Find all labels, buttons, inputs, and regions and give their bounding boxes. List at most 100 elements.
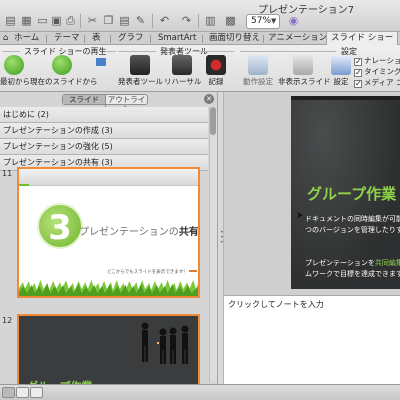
slide-show-button[interactable] (30, 387, 43, 398)
sidebar-toggle-icon[interactable]: ▤ (4, 15, 17, 27)
slide-top-strip (291, 96, 400, 100)
mouse-cursor-icon: ➤ (296, 211, 304, 221)
from-current-label: 現在のスライドから (30, 77, 98, 86)
rehearse-button[interactable]: リハーサル (164, 55, 201, 86)
slide-thumbnail-11[interactable]: 3 プレゼンテーションの共有 どこからでもスライドを表示できます! (17, 167, 200, 298)
status-bar (0, 384, 400, 400)
help-icon[interactable]: ◉ (287, 15, 300, 27)
title-bar: プレゼンテーション7 ▤ ▦ ▭ ▣ ⎙ ✂ ❐ ▤ ✎ ↶ ↷ ▥ ▩ 57%… (0, 0, 400, 32)
group-rule (106, 51, 116, 52)
ribbon-tab-bar: ⌂ ホーム テーマ 表 グラフ SmartArt 画面切り替え アニメーション … (0, 32, 400, 45)
drag-handle-icon[interactable]: • • • (220, 230, 224, 246)
play-current-icon (52, 55, 72, 75)
from-start-label: 最初から (0, 77, 30, 86)
slide-number: 12 (2, 316, 13, 325)
tab-tables[interactable]: 表 (92, 32, 101, 45)
thumbnail-title-bold: 共有 (178, 227, 199, 238)
group-rule (240, 51, 336, 52)
hide-slide-icon (293, 55, 313, 75)
tab-charts[interactable]: グラフ (118, 32, 144, 45)
tab-slide-show[interactable]: スライド ショー (326, 32, 399, 45)
thumbnail-header-band (19, 169, 198, 186)
grass-illustration (19, 280, 198, 296)
close-pane-icon[interactable]: ✕ (204, 94, 214, 104)
from-start-button[interactable]: 最初から (0, 55, 30, 86)
custom-show-icon[interactable] (96, 58, 106, 66)
open-folder-icon[interactable]: ▭ (36, 15, 49, 27)
play-from-start-icon (4, 55, 24, 75)
new-document-icon[interactable]: ▦ (20, 15, 33, 27)
presenter-view-icon (130, 55, 150, 75)
print-icon[interactable]: ⎙ (64, 15, 77, 27)
record-button[interactable]: 記録 (202, 55, 230, 86)
paragraph-text: プレゼンテーションを (305, 259, 375, 267)
narration-checkbox[interactable]: ✓ナレーション (354, 56, 400, 66)
section-number-badge: 3 (37, 203, 83, 249)
timings-label: タイミング (364, 67, 400, 76)
scrollbar-thumb[interactable] (210, 107, 216, 135)
paragraph-text: ムワークで目標を達成できます。 (305, 270, 400, 278)
redo-icon[interactable]: ↷ (180, 15, 193, 27)
checkmark-icon: ✓ (354, 79, 362, 88)
chevron-down-icon[interactable]: ▼ (271, 17, 276, 25)
undo-icon[interactable]: ↶ (158, 15, 171, 27)
tab-divider (110, 35, 111, 43)
notes-placeholder: クリックしてノートを入力 (228, 300, 324, 309)
paste-icon[interactable]: ▤ (118, 15, 131, 27)
from-current-button[interactable]: 現在のスライドから (30, 55, 98, 86)
main-slide-canvas[interactable]: グループ作業 ドキュメントの同時編集が可能に他の人の作業が終わるのを待つのバージ… (291, 96, 400, 289)
slide-body-paragraph[interactable]: プレゼンテーションを共同編集 ムワークで目標を達成できます。 (305, 258, 400, 280)
thumbnail-title-text: プレゼンテーションの (79, 227, 179, 238)
record-label: 記録 (208, 77, 224, 86)
setup-label: 設定 (333, 77, 349, 86)
checkmark-icon: ✓ (354, 57, 362, 66)
toolbox-icon[interactable]: ▩ (224, 15, 237, 27)
tab-slides[interactable]: スライド (63, 95, 105, 104)
setup-button[interactable]: 設定 (330, 55, 352, 86)
hide-slide-label: 非表示スライド (278, 77, 331, 86)
slide-sorter-button[interactable] (16, 387, 29, 398)
presenter-tools-label: 発表者ツール (118, 77, 163, 86)
group-rule (2, 51, 20, 52)
action-settings-icon (248, 55, 268, 75)
slide-body-paragraph[interactable]: ドキュメントの同時編集が可能に他の人の作業が終わるのを待つのバージョンを管理した… (305, 214, 400, 236)
copy-icon[interactable]: ❐ (102, 15, 115, 27)
tab-transitions[interactable]: 画面切り替え (209, 32, 260, 45)
save-icon[interactable]: ▣ (50, 15, 63, 27)
scrollbar-track[interactable] (209, 107, 217, 382)
tab-animations[interactable]: アニメーション (268, 32, 327, 45)
tab-home[interactable]: ホーム (14, 32, 39, 45)
tab-smartart[interactable]: SmartArt (158, 32, 196, 45)
toolbar-divider (80, 14, 81, 28)
checkmark-icon: ✓ (354, 68, 362, 77)
presenter-tools-button[interactable]: 発表者ツール (118, 55, 163, 86)
tab-divider (46, 35, 47, 43)
tab-divider (150, 35, 151, 43)
group-rule (118, 51, 156, 52)
accent-line (19, 184, 29, 186)
section-header[interactable]: はじめに (2) (0, 107, 208, 123)
media-browser-icon[interactable]: ▥ (204, 15, 217, 27)
people-silhouettes-icon (141, 322, 189, 364)
media-controls-checkbox[interactable]: ✓ メディア コ (354, 78, 400, 88)
section-header[interactable]: プレゼンテーションの作成 (3) (0, 123, 208, 139)
tab-divider (84, 35, 85, 43)
view-segmented-control: スライド アウトライン (62, 94, 148, 113)
slide-heading[interactable]: グループ作業 (307, 183, 396, 204)
hide-slide-button[interactable]: 非表示スライド (278, 55, 331, 86)
home-icon: ⌂ (3, 33, 9, 43)
section-header[interactable]: プレゼンテーションの強化 (5) (0, 139, 208, 155)
setup-show-icon (331, 55, 351, 75)
section-list: はじめに (2) プレゼンテーションの作成 (3) プレゼンテーションの強化 (… (0, 107, 208, 171)
toolbar-divider (152, 14, 153, 28)
tab-themes[interactable]: テーマ (54, 32, 80, 45)
normal-view-button[interactable] (2, 387, 15, 398)
timings-checkbox[interactable]: ✓ タイミング (354, 67, 400, 77)
rehearse-timer-icon (172, 55, 192, 75)
format-painter-icon[interactable]: ✎ (134, 15, 147, 27)
slide-thumbnail-12[interactable]: グループ作業 (17, 314, 200, 389)
notes-pane[interactable]: クリックしてノートを入力 (224, 295, 400, 384)
narration-label: ナレーション (364, 56, 400, 65)
cut-icon[interactable]: ✂ (86, 15, 99, 27)
action-settings-button[interactable]: 動作設定 (240, 55, 276, 86)
